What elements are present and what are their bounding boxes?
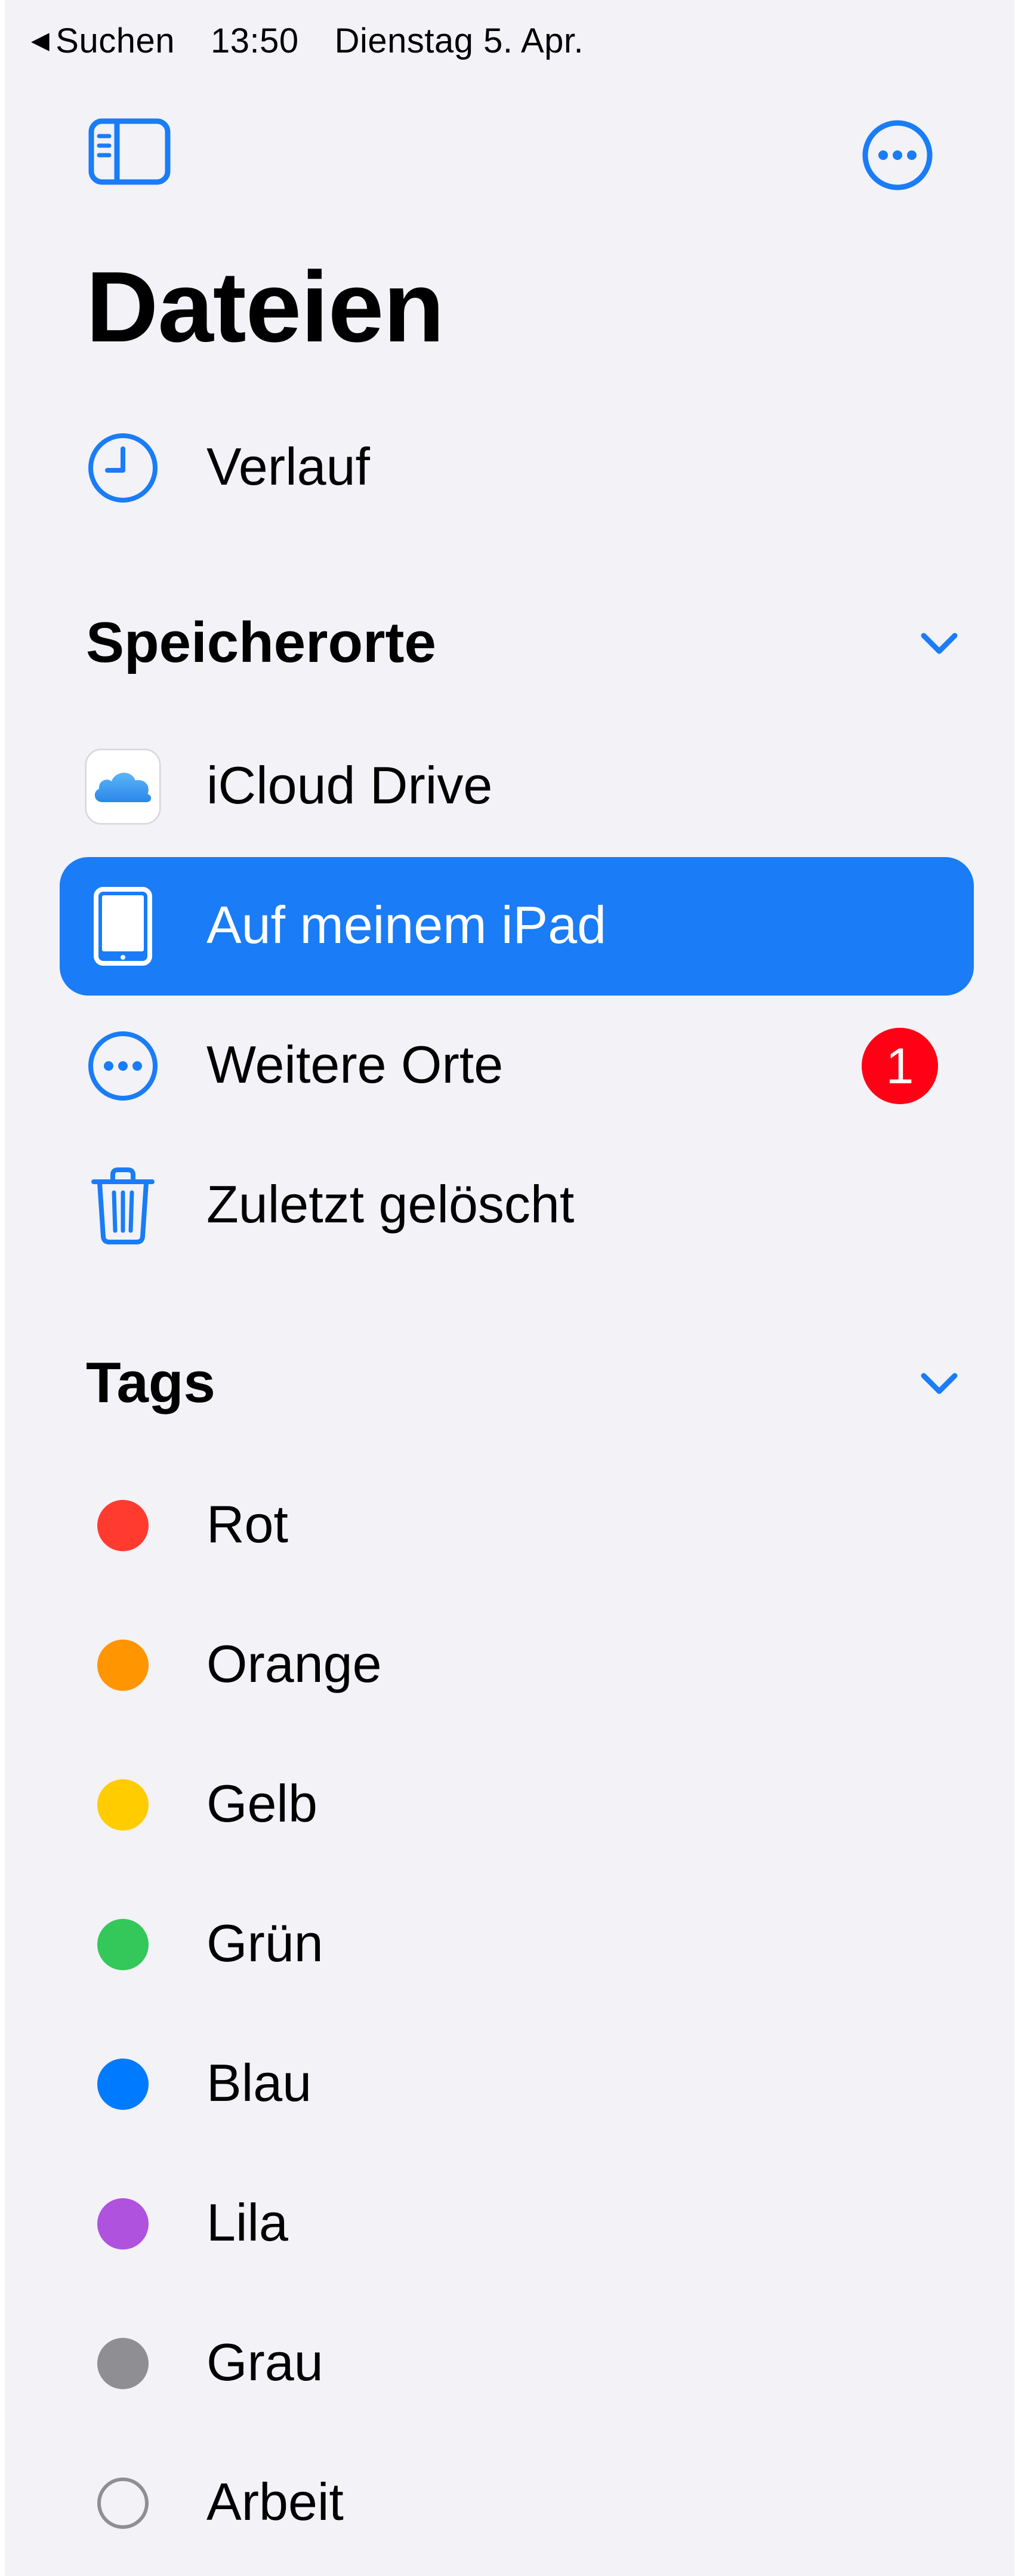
- tag-label: Grau: [206, 2332, 323, 2392]
- tag-label: Lila: [206, 2192, 288, 2252]
- tag-item-yellow[interactable]: Gelb: [60, 1736, 974, 1874]
- files-app: ◀ Suchen 13:50 Dienstag 5. Apr. Dateien: [0, 0, 1018, 2576]
- orange-dot-icon: [97, 1640, 149, 1691]
- sidebar-item-recently-deleted[interactable]: Zuletzt gelöscht: [60, 1136, 974, 1275]
- sidebar-item-label: Zuletzt gelöscht: [206, 1174, 575, 1234]
- yellow-dot-icon: [97, 1779, 149, 1831]
- tag-item-orange[interactable]: Orange: [60, 1596, 974, 1734]
- sidebar-item-recents[interactable]: Verlauf: [60, 399, 974, 537]
- sidebar-item-icloud-drive[interactable]: iCloud Drive: [60, 717, 974, 856]
- sidebar-item-label: iCloud Drive: [206, 755, 493, 815]
- tag-item-work[interactable]: Arbeit: [60, 2434, 974, 2572]
- gray-dot-icon: [97, 2338, 149, 2389]
- ellipsis-circle-icon[interactable]: [862, 119, 933, 191]
- chevron-down-icon[interactable]: [915, 619, 963, 667]
- page-title: Dateien: [86, 251, 445, 363]
- status-bar: ◀ Suchen 13:50 Dienstag 5. Apr.: [31, 17, 584, 64]
- tag-label: Arbeit: [206, 2472, 344, 2531]
- section-title: Speicherorte: [86, 611, 436, 674]
- trash-icon: [91, 1167, 155, 1244]
- section-header-locations[interactable]: Speicherorte: [86, 598, 963, 688]
- status-time: 13:50: [210, 21, 299, 60]
- sidebar-item-label: Verlauf: [206, 436, 370, 496]
- sidebar-item-on-my-ipad[interactable]: Auf meinem iPad: [60, 857, 974, 996]
- chevron-down-icon[interactable]: [915, 1359, 963, 1407]
- tag-item-gray[interactable]: Grau: [60, 2294, 974, 2433]
- clock-icon: [88, 433, 158, 503]
- empty-circle-icon: [97, 2478, 149, 2529]
- section-header-tags[interactable]: Tags: [86, 1338, 963, 1428]
- sidebar-panel: ◀ Suchen 13:50 Dienstag 5. Apr. Dateien: [5, 0, 1014, 2576]
- back-to-app-label[interactable]: Suchen: [55, 21, 175, 61]
- green-dot-icon: [97, 1919, 149, 1970]
- purple-dot-icon: [97, 2198, 149, 2250]
- section-title: Tags: [86, 1351, 215, 1415]
- tag-label: Grün: [206, 1913, 323, 1973]
- sidebar-item-label: Auf meinem iPad: [206, 895, 607, 954]
- sidebar-item-label: Weitere Orte: [206, 1034, 504, 1094]
- tag-label: Orange: [206, 1634, 382, 1693]
- notification-badge: 1: [862, 1028, 938, 1104]
- status-date: Dienstag 5. Apr.: [334, 21, 584, 60]
- icloud-icon: [85, 748, 161, 825]
- back-triangle-icon[interactable]: ◀: [31, 27, 50, 54]
- sidebar-icon[interactable]: [88, 118, 171, 185]
- tag-item-blue[interactable]: Blau: [60, 2015, 974, 2153]
- tag-item-red[interactable]: Rot: [60, 1456, 974, 1595]
- tag-item-green[interactable]: Grün: [60, 1875, 974, 2014]
- ipad-icon: [94, 887, 152, 966]
- ellipsis-circle-icon: [88, 1031, 158, 1101]
- tag-item-purple[interactable]: Lila: [60, 2155, 974, 2293]
- tag-label: Blau: [206, 2053, 312, 2112]
- red-dot-icon: [97, 1500, 149, 1551]
- sidebar-item-more-locations[interactable]: Weitere Orte 1: [60, 997, 974, 1135]
- tag-label: Rot: [206, 1494, 288, 1554]
- tag-label: Gelb: [206, 1773, 317, 1833]
- blue-dot-icon: [97, 2059, 149, 2110]
